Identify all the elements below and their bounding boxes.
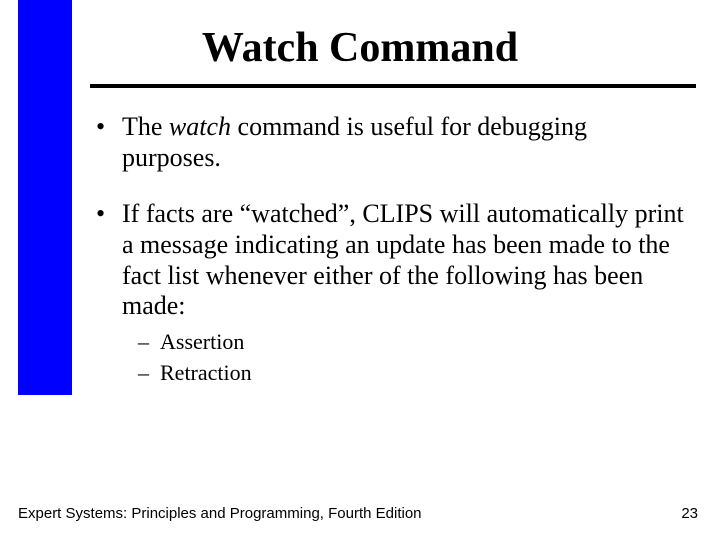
sub-list: Assertion Retraction (138, 328, 692, 386)
bullet-item: If facts are “watched”, CLIPS will autom… (96, 199, 692, 386)
sub-bullet-text: Retraction (160, 360, 252, 385)
sub-bullet-text: Assertion (160, 329, 244, 354)
sub-bullet-item: Assertion (138, 328, 692, 356)
footer-source: Expert Systems: Principles and Programmi… (18, 505, 422, 522)
sub-bullet-item: Retraction (138, 359, 692, 387)
content-area: The watch command is useful for debuggin… (96, 112, 692, 412)
title-underline (90, 84, 696, 88)
slide: Watch Command The watch command is usefu… (0, 0, 720, 540)
bullet-text: If facts are “watched”, CLIPS will autom… (122, 199, 684, 320)
bullet-text-prefix: The (122, 112, 169, 141)
slide-title: Watch Command (0, 24, 720, 72)
page-number: 23 (681, 505, 698, 522)
bullet-text-italic: watch (169, 112, 231, 141)
bullet-item: The watch command is useful for debuggin… (96, 112, 692, 173)
